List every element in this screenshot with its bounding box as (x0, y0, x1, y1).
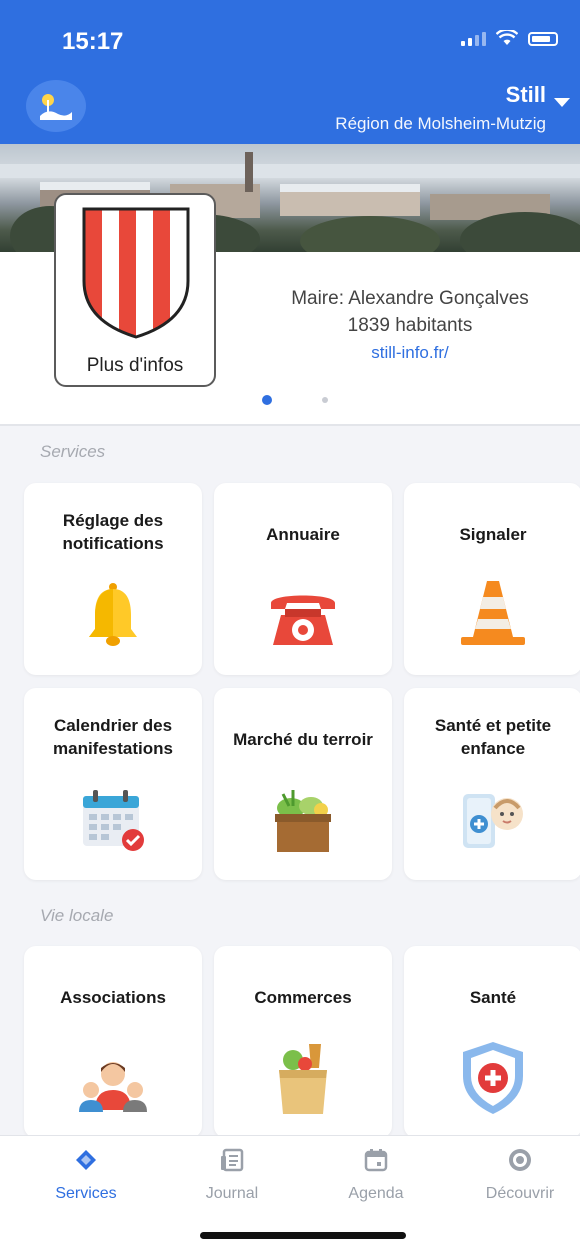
status-bar: 15:17 (0, 0, 580, 72)
traffic-cone-icon (461, 581, 525, 645)
tile-associations[interactable]: Associations (24, 946, 202, 1138)
website-link[interactable]: still-info.fr/ (250, 339, 570, 366)
tile-title: Commerces (254, 988, 352, 1007)
calendar-tab-icon (364, 1149, 388, 1172)
section-label-services: Services (40, 442, 106, 461)
tile-title: Associations (60, 988, 166, 1007)
app-logo-icon[interactable] (26, 80, 86, 132)
services-icon (76, 1150, 96, 1170)
tab-label: Découvrir (485, 1185, 555, 1202)
grocery-bag-icon (279, 1044, 327, 1114)
battery-icon (528, 32, 558, 46)
tab-label: Agenda (348, 1185, 404, 1202)
tab-services[interactable]: Services (26, 1146, 146, 1203)
vegetable-basket-icon (275, 790, 331, 852)
tile-report[interactable]: Signaler (404, 483, 580, 675)
baby-care-icon (463, 794, 523, 848)
tile-shops[interactable]: Commerces (214, 946, 392, 1138)
tile-directory[interactable]: Annuaire (214, 483, 392, 675)
tile-title: Signaler (459, 525, 527, 544)
population: 1839 habitants (347, 315, 473, 336)
tab-label: Journal (205, 1185, 259, 1202)
carousel-dot-active[interactable] (262, 395, 272, 405)
section-label-local: Vie locale (40, 906, 114, 925)
status-time: 15:17 (62, 28, 124, 55)
health-shield-icon (463, 1042, 523, 1114)
home-indicator[interactable] (200, 1232, 406, 1239)
tile-local-market[interactable]: Marché du terroir (214, 688, 392, 880)
status-icons (461, 30, 558, 46)
tile-title: Santé et petite enfance (434, 716, 552, 758)
tab-discover[interactable]: Découvrir (460, 1146, 580, 1203)
tile-health-childhood[interactable]: Santé et petite enfance (404, 688, 580, 880)
section-divider (0, 424, 580, 426)
bell-icon (89, 583, 137, 646)
more-info-link[interactable]: Plus d'infos (56, 355, 214, 377)
tile-notification-settings[interactable]: Réglage des notifications (24, 483, 202, 675)
city-dropdown-icon[interactable] (554, 98, 570, 107)
compass-icon (509, 1149, 531, 1171)
tile-title: Marché du terroir (233, 730, 373, 749)
tab-agenda[interactable]: Agenda (316, 1146, 436, 1203)
cellular-signal-icon (461, 30, 486, 46)
tile-title: Calendrier des manifestations (53, 716, 173, 758)
tile-title: Annuaire (266, 525, 340, 544)
coat-of-arms-icon (82, 207, 190, 339)
city-info: Maire: Alexandre Gonçalves 1839 habitant… (250, 285, 570, 366)
bottom-tab-bar: Services Journal Agenda Découvrir (0, 1135, 580, 1245)
city-name[interactable]: Still (506, 82, 546, 108)
tile-title: Santé (469, 988, 517, 1007)
newspaper-icon (221, 1148, 244, 1172)
carousel-dots[interactable] (262, 395, 328, 405)
wifi-icon (496, 30, 518, 45)
tab-journal[interactable]: Journal (172, 1146, 292, 1203)
calendar-icon (83, 790, 144, 851)
tile-health[interactable]: Santé (404, 946, 580, 1138)
people-group-icon (79, 1062, 147, 1112)
tab-label: Services (55, 1185, 117, 1202)
app-header: Still Région de Molsheim-Mutzig (0, 72, 580, 144)
region-name[interactable]: Région de Molsheim-Mutzig (335, 114, 546, 134)
coat-of-arms-card[interactable]: Plus d'infos (54, 193, 216, 387)
carousel-dot[interactable] (322, 397, 328, 403)
tile-title: Réglage des notifications (62, 511, 164, 553)
mayor-name: Maire: Alexandre Gonçalves (291, 288, 529, 309)
telephone-icon (271, 595, 335, 645)
tile-events-calendar[interactable]: Calendrier des manifestations (24, 688, 202, 880)
